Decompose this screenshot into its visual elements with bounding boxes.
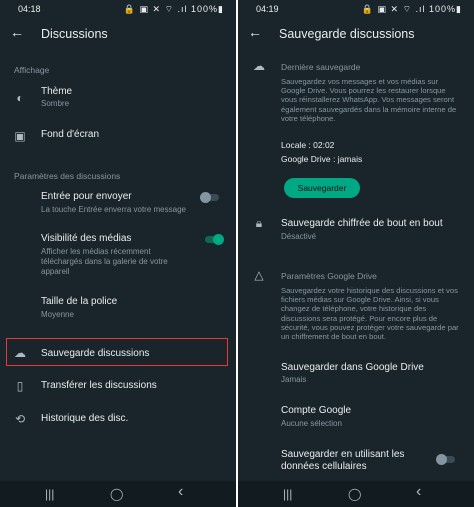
chat-backup-screen: 04:19 🔒 ▣ ✕ ⌔ .ıl 100%▮ ← Sauvegarde dis…: [238, 0, 474, 507]
enter-to-send-description: La touche Entrée enverra votre message: [41, 205, 186, 214]
status-time: 04:18: [18, 4, 41, 14]
theme-title: Thème: [41, 86, 73, 97]
google-drive-icon: △: [254, 268, 264, 282]
history-icon: ⟲: [14, 412, 26, 426]
cloud-upload-icon: ☁: [253, 59, 265, 73]
encrypted-backup-status: Désactivé: [281, 232, 317, 241]
backup-button[interactable]: Sauvegarder: [284, 178, 360, 198]
google-drive-description: Sauvegardez votre historique des discuss…: [281, 286, 459, 342]
drive-backup-time: Google Drive : jamais: [281, 154, 363, 164]
back-arrow-icon[interactable]: ←: [10, 24, 24, 40]
cloud-upload-icon: ☁: [14, 346, 26, 360]
transfer-chats-title: Transférer les discussions: [41, 380, 157, 391]
section-chat-settings-header: Paramètres des discussions: [14, 171, 121, 181]
lock-icon: 🔒︎: [255, 216, 263, 230]
page-title: Discussions: [41, 27, 108, 41]
enter-to-send-toggle[interactable]: [200, 192, 219, 203]
wallpaper-icon: ▣: [14, 129, 26, 143]
recent-apps-button[interactable]: |||: [45, 487, 54, 501]
home-button[interactable]: ◯: [348, 487, 361, 501]
status-icons: 🔒 ▣ ✕ ⌔ .ıl 100%▮: [123, 4, 224, 14]
nav-back-button[interactable]: ‹: [178, 483, 183, 501]
backup-to-drive-frequency: Jamais: [281, 375, 307, 384]
google-account-title: Compte Google: [281, 405, 352, 416]
app-bar: ← Sauvegarde discussions: [238, 18, 474, 52]
theme-value: Sombre: [41, 99, 70, 108]
back-arrow-icon[interactable]: ←: [248, 24, 262, 40]
last-backup-header: Dernière sauvegarde: [281, 62, 361, 72]
chat-history-title: Historique des disc.: [41, 413, 129, 424]
media-visibility-description: Afficher les médias récemment téléchargé…: [41, 247, 168, 276]
home-button[interactable]: ◯: [110, 487, 123, 501]
section-display-header: Affichage: [14, 65, 50, 75]
cellular-backup-toggle[interactable]: [436, 454, 455, 465]
google-drive-settings-header: Paramètres Google Drive: [281, 271, 377, 281]
google-account-value: Aucune sélection: [281, 419, 342, 428]
cellular-backup-title: Sauvegarder en utilisant les données cel…: [281, 449, 405, 472]
phone-transfer-icon: ▯: [16, 379, 24, 393]
media-visibility-title: Visibilité des médias: [41, 233, 132, 244]
status-bar: 04:19 🔒 ▣ ✕ ⌔ .ıl 100%▮: [238, 0, 474, 18]
chat-backup-title: Sauvegarde discussions: [41, 348, 150, 359]
recent-apps-button[interactable]: |||: [283, 487, 292, 501]
system-nav-bar: ||| ◯ ‹: [0, 481, 236, 507]
last-backup-description: Sauvegardez vos messages et vos médias s…: [281, 77, 457, 123]
page-title: Sauvegarde discussions: [279, 27, 415, 41]
font-size-value: Moyenne: [41, 310, 74, 319]
brightness-icon: ◐: [16, 91, 24, 105]
encrypted-backup-title: Sauvegarde chiffrée de bout en bout: [281, 218, 443, 229]
system-nav-bar: ||| ◯ ‹: [238, 481, 474, 507]
nav-back-button[interactable]: ‹: [416, 483, 421, 501]
app-bar: ← Discussions: [0, 18, 236, 52]
status-time: 04:19: [256, 4, 279, 14]
wallpaper-title: Fond d'écran: [41, 129, 100, 140]
discussions-screen: 04:18 🔒 ▣ ✕ ⌔ .ıl 100%▮ ← Discussions Af…: [0, 0, 236, 507]
backup-to-drive-title: Sauvegarder dans Google Drive: [281, 362, 424, 373]
font-size-title: Taille de la police: [41, 296, 118, 307]
enter-to-send-title: Entrée pour envoyer: [41, 191, 132, 202]
status-bar: 04:18 🔒 ▣ ✕ ⌔ .ıl 100%▮: [0, 0, 236, 18]
media-visibility-toggle[interactable]: [205, 234, 224, 245]
status-icons: 🔒 ▣ ✕ ⌔ .ıl 100%▮: [361, 4, 462, 14]
local-backup-time: Locale : 02:02: [281, 140, 335, 150]
